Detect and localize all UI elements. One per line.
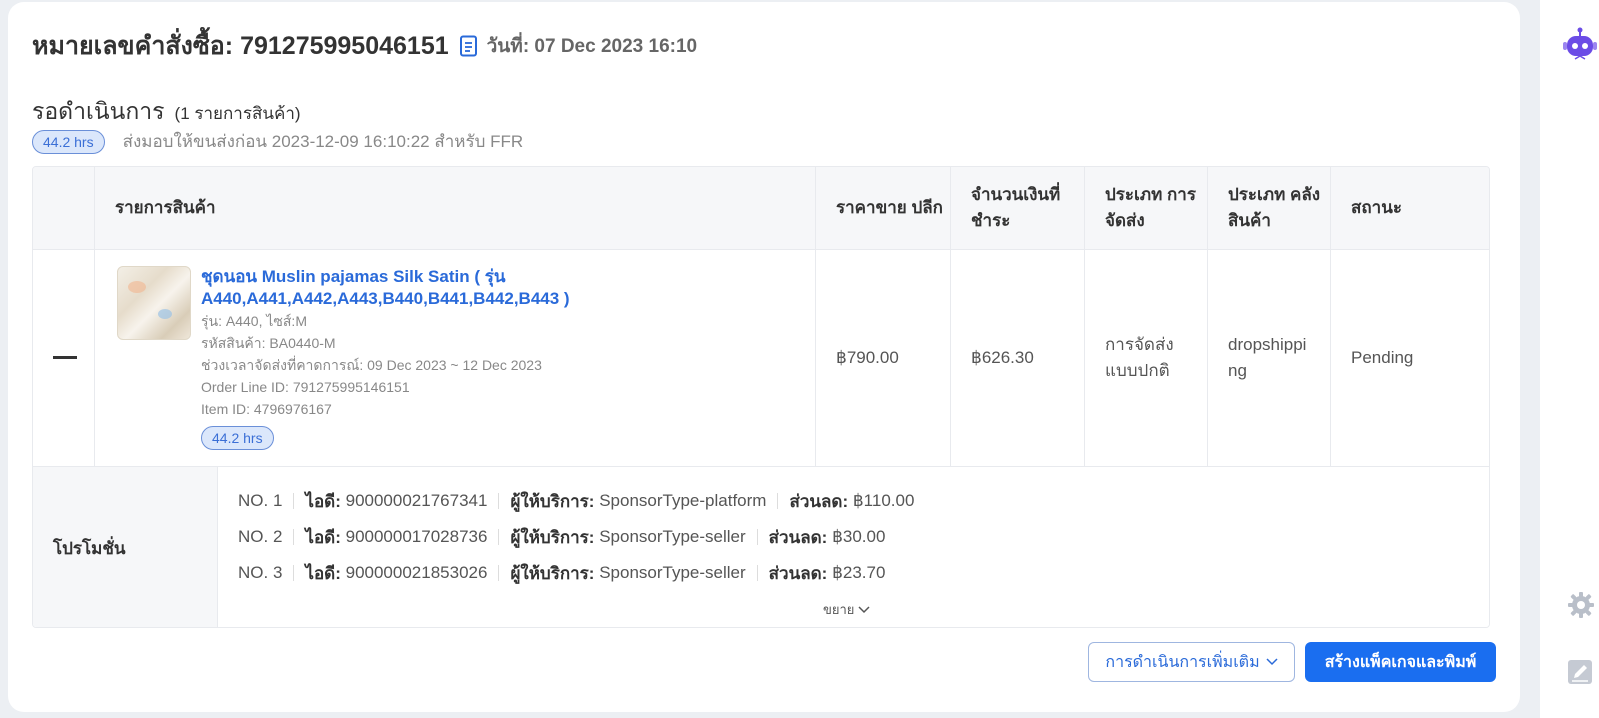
promo-id-label: ไอดี:	[305, 563, 341, 583]
hours-badge: 44.2 hrs	[201, 426, 274, 450]
status-title: รอดำเนินการ	[32, 98, 165, 124]
promo-id-label: ไอดี:	[305, 527, 341, 547]
item-status: Pending	[1351, 348, 1414, 367]
header-retail-price: ราคาขาย ปลีก	[836, 198, 943, 217]
edit-icon[interactable]	[1566, 658, 1594, 686]
order-line-id: Order Line ID: 791275995146151	[201, 379, 410, 395]
promo-no: NO. 3	[238, 563, 283, 582]
deadline-line: 44.2 hrs ส่งมอบให้ขนส่งก่อน 2023-12-09 1…	[32, 128, 523, 155]
status-heading: รอดำเนินการ (1 รายการสินค้า)	[32, 94, 301, 130]
order-items-table: รายการสินค้า ราคาขาย ปลีก จำนวนเงินที่ ช…	[32, 166, 1490, 628]
list-item: NO. 2 ไอดี: 900000017028736 ผู้ให้บริการ…	[238, 519, 914, 555]
header-item: รายการสินค้า	[115, 198, 216, 217]
collapse-minus-icon[interactable]	[53, 356, 77, 359]
promo-sponsor-label: ผู้ให้บริการ:	[510, 563, 595, 583]
promo-id: 900000021853026	[345, 563, 488, 582]
promo-no: NO. 2	[238, 527, 283, 546]
list-item: NO. 3 ไอดี: 900000021853026 ผู้ให้บริการ…	[238, 555, 914, 591]
header-warehouse-type: ประเภท คลังสินค้า	[1228, 185, 1321, 230]
order-card: หมายเลขคำสั่งซื้อ: 791275995046151 วันที…	[8, 2, 1520, 712]
item-id: Item ID: 4796976167	[201, 401, 332, 417]
warehouse-type: dropshipping	[1228, 335, 1307, 380]
table-header: รายการสินค้า ราคาขาย ปลีก จำนวนเงินที่ ช…	[33, 167, 1489, 250]
promo-no: NO. 1	[238, 491, 283, 510]
header-shipping-type: ประเภท การจัดส่ง	[1105, 185, 1196, 230]
promo-id: 900000017028736	[345, 527, 488, 546]
product-info: ชุดนอน Muslin pajamas Silk Satin ( รุ่น …	[201, 266, 841, 450]
product-thumbnail[interactable]	[117, 266, 191, 340]
promo-discount: ฿30.00	[832, 527, 886, 546]
order-number-title: หมายเลขคำสั่งซื้อ: 791275995046151	[32, 32, 449, 60]
promo-discount: ฿110.00	[852, 491, 915, 510]
shipping-type: การจัดส่ง แบบปกติ	[1105, 335, 1174, 380]
promo-discount-label: ส่วนลด:	[768, 563, 828, 583]
chevron-down-icon	[1266, 658, 1278, 666]
create-package-print-button[interactable]: สร้างแพ็คเกจและพิมพ์	[1305, 642, 1496, 682]
more-actions-button[interactable]: การดำเนินการเพิ่มเติม	[1088, 642, 1295, 682]
expand-button[interactable]: ขยาย	[823, 599, 870, 620]
gear-icon[interactable]	[1566, 590, 1596, 620]
promo-sponsor: SponsorType-platform	[599, 491, 767, 510]
expand-label: ขยาย	[823, 602, 855, 617]
promo-discount-label: ส่วนลด:	[768, 527, 828, 547]
robot-assistant-icon[interactable]	[1563, 26, 1597, 62]
promo-sponsor-label: ผู้ให้บริการ:	[510, 527, 595, 547]
more-actions-label: การดำเนินการเพิ่มเติม	[1105, 653, 1260, 671]
promo-discount-label: ส่วนลด:	[789, 491, 849, 511]
hours-badge: 44.2 hrs	[32, 129, 105, 154]
promo-discount: ฿23.70	[832, 563, 886, 582]
promotions-label: โปรโมชั่น	[33, 467, 218, 627]
retail-price: ฿790.00	[836, 348, 899, 367]
header-amount-paid: จำนวนเงินที่ ชำระ	[971, 185, 1061, 230]
product-variant: รุ่น: A440, ไซส์:M	[201, 313, 307, 329]
deadline-text: ส่งมอบให้ขนส่งก่อน 2023-12-09 16:10:22 ส…	[122, 132, 524, 151]
promo-id-label: ไอดี:	[305, 491, 341, 511]
item-count: (1 รายการสินค้า)	[174, 104, 301, 123]
amount-paid: ฿626.30	[971, 348, 1034, 367]
list-item: NO. 1 ไอดี: 900000021767341 ผู้ให้บริการ…	[238, 483, 914, 519]
product-name-link[interactable]: ชุดนอน Muslin pajamas Silk Satin ( รุ่น …	[201, 266, 841, 310]
order-date: วันที่: 07 Dec 2023 16:10	[486, 36, 698, 57]
order-header: หมายเลขคำสั่งซื้อ: 791275995046151 วันที…	[32, 26, 697, 66]
promotions-section: โปรโมชั่น NO. 1 ไอดี: 900000021767341 ผู…	[33, 467, 1489, 627]
document-icon[interactable]	[459, 35, 479, 57]
chevron-down-icon	[858, 605, 870, 613]
delivery-window: ช่วงเวลาจัดส่งที่คาดการณ์: 09 Dec 2023 ~…	[201, 357, 542, 373]
promo-id: 900000021767341	[345, 491, 488, 510]
promotions-list: NO. 1 ไอดี: 900000021767341 ผู้ให้บริการ…	[238, 483, 914, 591]
promo-sponsor: SponsorType-seller	[599, 527, 746, 546]
promo-sponsor-label: ผู้ให้บริการ:	[510, 491, 595, 511]
product-sku: รหัสสินค้า: BA0440-M	[201, 335, 336, 351]
promo-sponsor: SponsorType-seller	[599, 563, 746, 582]
header-status: สถานะ	[1351, 198, 1402, 217]
table-row: ชุดนอน Muslin pajamas Silk Satin ( รุ่น …	[33, 250, 1489, 467]
